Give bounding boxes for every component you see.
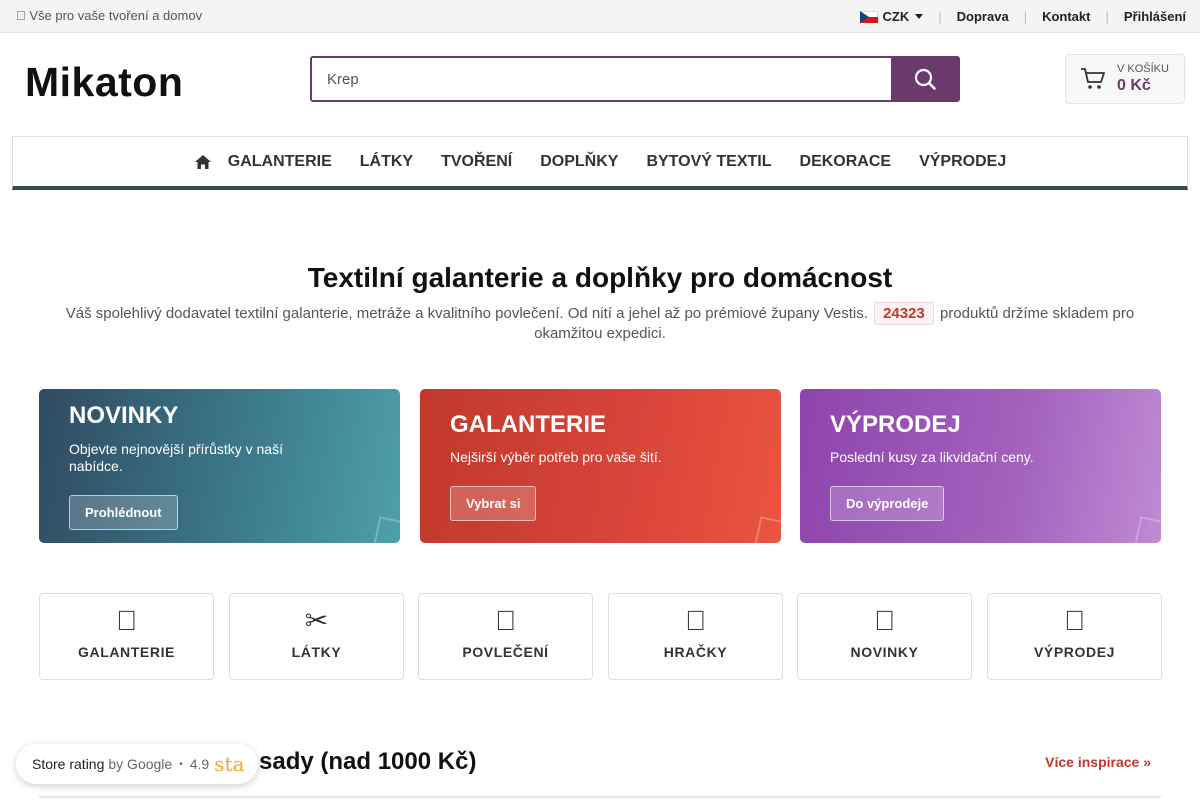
site-logo[interactable]: Mikaton [25, 59, 183, 106]
currency-selector[interactable]: CZK [859, 9, 924, 24]
home-icon [194, 154, 211, 169]
divider: | [938, 9, 942, 24]
bed-icon:  [419, 606, 592, 636]
main-nav: GALANTERIE LÁTKY TVOŘENÍ DOPLŇKY BYTOVÝ … [12, 136, 1188, 190]
top-bar-links: CZK | Doprava | Kontakt | Přihlášení [859, 0, 1186, 33]
promo-title: GALANTERIE [450, 411, 606, 438]
promo-button[interactable]: Vybrat si [450, 486, 537, 521]
category-tile-hracky[interactable]:  HRAČKY [608, 593, 783, 680]
galanterie-icon:  [40, 606, 213, 636]
category-tile-povleceni[interactable]:  POVLEČENÍ [418, 593, 593, 680]
hero-description: Váš spolehlivý dodavatel textilní galant… [60, 302, 1140, 342]
category-label: NOVINKY [850, 644, 919, 660]
promo-title: VÝPRODEJ [830, 411, 961, 438]
promo-button[interactable]: Prohlédnout [69, 495, 178, 530]
category-label: POVLEČENÍ [462, 644, 549, 660]
section-divider [39, 796, 1161, 798]
more-inspiration-link[interactable]: Více inspirace » [1045, 754, 1151, 770]
czech-flag-icon [859, 10, 878, 23]
rating-source: by Google [108, 756, 173, 772]
star-icon:  [798, 606, 971, 636]
decoration-shape [754, 516, 781, 543]
category-tile-latky[interactable]: ✂ LÁTKY [229, 593, 404, 680]
divider: | [1023, 9, 1028, 24]
category-tile-vyprodej[interactable]:  VÝPRODEJ [987, 593, 1162, 680]
rating-stars-text: sta [214, 752, 245, 776]
promo-card-novinky[interactable]: NOVINKY Objevte nejnovější přírůstky v n… [39, 389, 400, 543]
cart-widget[interactable]: V KOŠÍKU 0 Kč [1065, 54, 1185, 104]
category-label: HRAČKY [663, 644, 728, 660]
promo-description: Objevte nejnovější přírůstky v naší nabí… [69, 441, 283, 474]
search-button[interactable] [891, 58, 958, 100]
product-count-badge: 24323 [874, 302, 934, 325]
cart-label: V KOŠÍKU [1117, 63, 1169, 75]
divider: | [1105, 9, 1109, 24]
cart-icon [1081, 68, 1105, 89]
hero-text-before: Váš spolehlivý dodavatel textilní galant… [65, 305, 868, 322]
search-icon [914, 68, 936, 90]
link-kontakt[interactable]: Kontakt [1042, 9, 1090, 24]
toy-icon:  [609, 606, 782, 636]
decoration-shape [373, 516, 400, 543]
tagline:  Vše pro vaše tvoření a domov [16, 8, 202, 23]
chevron-down-icon [915, 14, 924, 19]
cart-total: 0 Kč [1117, 77, 1151, 94]
store-rating-badge[interactable]: Store rating by Google • 4.9 sta [16, 744, 258, 784]
promo-card-vyprodej[interactable]: VÝPRODEJ Poslední kusy za likvidační cen… [800, 389, 1161, 543]
promo-title: NOVINKY [69, 402, 179, 429]
rating-score: 4.9 [189, 756, 210, 772]
nav-item-bytovy-textil[interactable]: BYTOVÝ TEXTIL [646, 153, 771, 171]
tag-icon:  [988, 606, 1161, 636]
home-link[interactable] [194, 154, 212, 170]
bullet: • [179, 758, 183, 770]
nav-item-doplnky[interactable]: DOPLŇKY [540, 153, 618, 171]
nav-item-galanterie[interactable]: GALANTERIE [228, 153, 332, 171]
promo-card-galanterie[interactable]: GALANTERIE Nejširší výběr potřeb pro vaš… [420, 389, 781, 543]
category-label: LÁTKY [291, 644, 342, 660]
scissors-icon: ✂ [304, 605, 329, 636]
search-input[interactable] [312, 58, 891, 100]
currency-label: CZK [882, 9, 910, 24]
category-label: GALANTERIE [78, 644, 175, 660]
nav-item-tvoreni[interactable]: TVOŘENÍ [441, 153, 512, 171]
rating-label: Store rating [32, 756, 105, 772]
promo-description: Nejširší výběr potřeb pro vaše šití. [450, 449, 662, 465]
category-tile-galanterie[interactable]:  GALANTERIE [39, 593, 214, 680]
decoration-shape [1134, 516, 1161, 543]
nav-item-vyprodej[interactable]: VÝPRODEJ [919, 153, 1006, 171]
nav-item-dekorace[interactable]: DEKORACE [800, 153, 892, 171]
category-label: VÝPRODEJ [1033, 644, 1116, 660]
search-form [310, 56, 960, 102]
page-title: Textilní galanterie a doplňky pro domácn… [307, 262, 893, 293]
section-title: sady (nad 1000 Kč) [259, 748, 477, 775]
link-doprava[interactable]: Doprava [957, 9, 1009, 24]
top-bar:  Vše pro vaše tvoření a domov CZK | Dop… [0, 0, 1200, 33]
link-login[interactable]: Přihlášení [1124, 9, 1186, 24]
promo-button[interactable]: Do výprodeje [830, 486, 945, 521]
category-tile-novinky[interactable]:  NOVINKY [797, 593, 972, 680]
promo-description: Poslední kusy za likvidační ceny. [830, 449, 1034, 465]
nav-item-latky[interactable]: LÁTKY [360, 153, 413, 171]
